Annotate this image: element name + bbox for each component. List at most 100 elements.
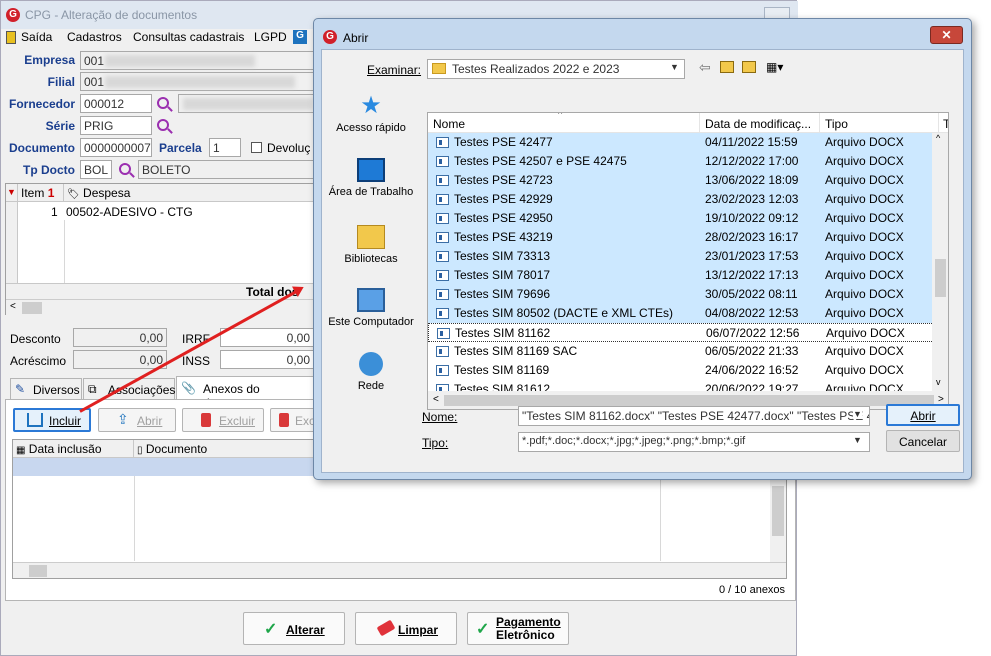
file-name: Testes PSE 42723 xyxy=(454,173,553,187)
excluir-attach-button[interactable]: Excluir xyxy=(182,408,264,432)
alterar-button[interactable]: ✓ Alterar xyxy=(243,612,345,645)
file-type: Arquivo DOCX xyxy=(825,363,904,377)
scrollbar-thumb[interactable] xyxy=(29,565,47,577)
docx-file-icon xyxy=(436,232,449,243)
desconto-label: Desconto xyxy=(10,332,61,346)
check-icon: ✓ xyxy=(264,621,278,638)
row-despesa[interactable]: 00502-ADESIVO - CTG xyxy=(66,205,193,219)
check-icon: ✓ xyxy=(476,621,490,638)
empresa-redacted xyxy=(105,55,255,67)
trash-icon xyxy=(201,413,211,427)
inss-field[interactable]: 0,00 xyxy=(220,350,314,369)
file-type: Arquivo DOCX xyxy=(825,306,904,320)
menu-cadastros[interactable]: Cadastros xyxy=(67,30,122,44)
row-item[interactable]: 1 xyxy=(51,205,58,219)
exit-door-icon xyxy=(6,31,16,44)
file-list[interactable]: Nome ^ Data de modificaç... Tipo T Teste… xyxy=(427,112,949,410)
file-date: 04/11/2022 15:59 xyxy=(705,135,798,149)
file-name: Testes SIM 73313 xyxy=(454,249,551,263)
scrollbar-thumb[interactable] xyxy=(935,259,946,297)
limpar-button[interactable]: Limpar xyxy=(355,612,457,645)
tp-docto-desc-field: BOLETO xyxy=(138,160,320,179)
menu-consultas[interactable]: Consultas cadastrais xyxy=(133,30,244,44)
abrir-attach-button[interactable]: ⇪ Abrir xyxy=(98,408,176,432)
parcela-field[interactable]: 1 xyxy=(209,138,241,157)
menu-lgpd[interactable]: LGPD xyxy=(254,30,287,44)
file-row[interactable]: Testes PSE 42929 23/02/2023 12:03 Arquivo … xyxy=(428,190,948,209)
fornecedor-field[interactable]: 000012 xyxy=(80,94,152,113)
dialog-cancelar-button[interactable]: Cancelar xyxy=(886,430,960,452)
nome-field[interactable]: "Testes SIM 81162.docx" "Testes PSE 4247… xyxy=(518,406,870,426)
back-arrow-icon[interactable]: ⇦ xyxy=(699,59,711,76)
col-data-inclusao[interactable]: ▦ Data inclusão xyxy=(13,440,134,458)
attachments-vertical-scrollbar[interactable] xyxy=(770,476,786,562)
parcela-label: Parcela xyxy=(159,141,202,155)
file-row[interactable]: Testes SIM 80502 (DACTE e XML CTEs) 04/08… xyxy=(428,304,948,323)
devolucao-checkbox[interactable] xyxy=(251,142,262,153)
docx-file-icon xyxy=(436,251,449,262)
col-item-header[interactable]: Item 1 xyxy=(18,184,64,202)
row-indicator-column xyxy=(6,202,18,286)
col-data[interactable]: Data de modificaç... xyxy=(705,117,811,131)
file-row[interactable]: Testes PSE 43219 28/02/2023 16:17 Arquivo … xyxy=(428,228,948,247)
file-date: 23/02/2023 12:03 xyxy=(705,192,799,206)
file-row[interactable]: Testes PSE 42950 19/10/2022 09:12 Arquivo … xyxy=(428,209,948,228)
col-nome[interactable]: Nome xyxy=(433,117,465,131)
filial-redacted xyxy=(105,76,295,88)
file-row[interactable]: Testes SIM 78017 13/12/2022 17:13 Arquivo … xyxy=(428,266,948,285)
file-row[interactable]: Testes SIM 81169 24/06/2022 16:52 Arquivo … xyxy=(428,361,948,380)
scrollbar-thumb[interactable] xyxy=(772,486,784,536)
star-icon: ★ xyxy=(360,92,382,119)
folder-select[interactable]: Testes Realizados 2022 e 2023 ▼ xyxy=(427,59,685,79)
menu-saida[interactable]: Saída xyxy=(21,30,52,44)
file-type: Arquivo DOCX xyxy=(825,211,904,225)
fornecedor-search-icon[interactable] xyxy=(157,97,169,109)
excluir-all-button[interactable]: Exc xyxy=(270,408,318,432)
col-despesa-header[interactable]: 🏷 Despesa xyxy=(64,184,318,202)
tipo-label: Tipo: xyxy=(422,436,449,450)
computer-icon xyxy=(357,288,385,312)
file-row[interactable]: Testes SIM 81162 06/07/2022 12:56 Arquivo … xyxy=(428,323,948,342)
col-extra[interactable]: T xyxy=(943,117,948,131)
file-row[interactable]: Testes SIM 73313 23/01/2023 17:53 Arquivo … xyxy=(428,247,948,266)
scrollbar-thumb[interactable] xyxy=(22,302,42,314)
file-list-vertical-scrollbar[interactable]: ^ v xyxy=(932,133,948,391)
place-area-de-trabalho[interactable]: Área de Trabalho xyxy=(326,158,416,198)
place-rede[interactable]: Rede xyxy=(326,352,416,392)
file-row[interactable]: Testes SIM 81169 SAC 06/05/2022 21:33 Arqu… xyxy=(428,342,948,361)
documento-field[interactable]: 0000000007 xyxy=(80,138,152,157)
main-window-title: CPG - Alteração de documentos xyxy=(25,8,198,22)
irrf-field[interactable]: 0,00 xyxy=(220,328,314,347)
file-row[interactable]: Testes SIM 79696 30/05/2022 08:11 Arquivo … xyxy=(428,285,948,304)
place-acesso-rapido[interactable]: ★ Acesso rápido xyxy=(326,92,416,135)
file-type: Arquivo DOCX xyxy=(825,249,904,263)
col-tipo[interactable]: Tipo xyxy=(825,117,848,131)
file-row[interactable]: Testes PSE 42723 13/06/2022 18:09 Arquivo … xyxy=(428,171,948,190)
dialog-close-button[interactable]: ✕ xyxy=(930,26,963,44)
empresa-label: Empresa xyxy=(24,53,75,67)
place-bibliotecas[interactable]: Bibliotecas xyxy=(326,225,416,265)
expense-grid[interactable]: ▼ Item 1 🏷 Despesa 1 00502-ADESIVO - CTG… xyxy=(5,183,318,315)
file-row[interactable]: Testes PSE 42507 e PSE 42475 12/12/2022 1… xyxy=(428,152,948,171)
dialog-abrir-button[interactable]: Abrir xyxy=(886,404,960,426)
scrollbar-thumb[interactable] xyxy=(444,395,934,406)
file-date: 06/05/2022 21:33 xyxy=(705,344,799,358)
brand-g-icon[interactable]: G xyxy=(293,30,307,44)
tab-diversos[interactable]: ✎ Diversos xyxy=(10,378,82,399)
serie-search-icon[interactable] xyxy=(157,119,169,131)
pagamento-eletronico-button[interactable]: ✓ Pagamento Eletrônico xyxy=(467,612,569,645)
tp-docto-search-icon[interactable] xyxy=(119,163,131,175)
up-folder-icon[interactable] xyxy=(720,61,734,73)
view-menu-icon[interactable]: ▦▾ xyxy=(766,60,783,74)
library-icon xyxy=(357,225,385,249)
file-row[interactable]: Testes PSE 42477 04/11/2022 15:59 Arquivo … xyxy=(428,133,948,152)
filial-label: Filial xyxy=(47,75,75,89)
tab-anexos[interactable]: 📎 Anexos do documento xyxy=(176,376,318,410)
tp-docto-field[interactable]: BOL xyxy=(80,160,112,179)
place-este-computador[interactable]: Este Computador xyxy=(326,288,416,328)
serie-field[interactable]: PRIG xyxy=(80,116,152,135)
tipo-select[interactable]: *.pdf;*.doc;*.docx;*.jpg;*.jpeg;*.png;*.… xyxy=(518,432,870,452)
new-folder-icon[interactable] xyxy=(742,61,756,73)
file-type: Arquivo DOCX xyxy=(825,287,904,301)
attachments-horizontal-scrollbar[interactable] xyxy=(13,562,786,578)
